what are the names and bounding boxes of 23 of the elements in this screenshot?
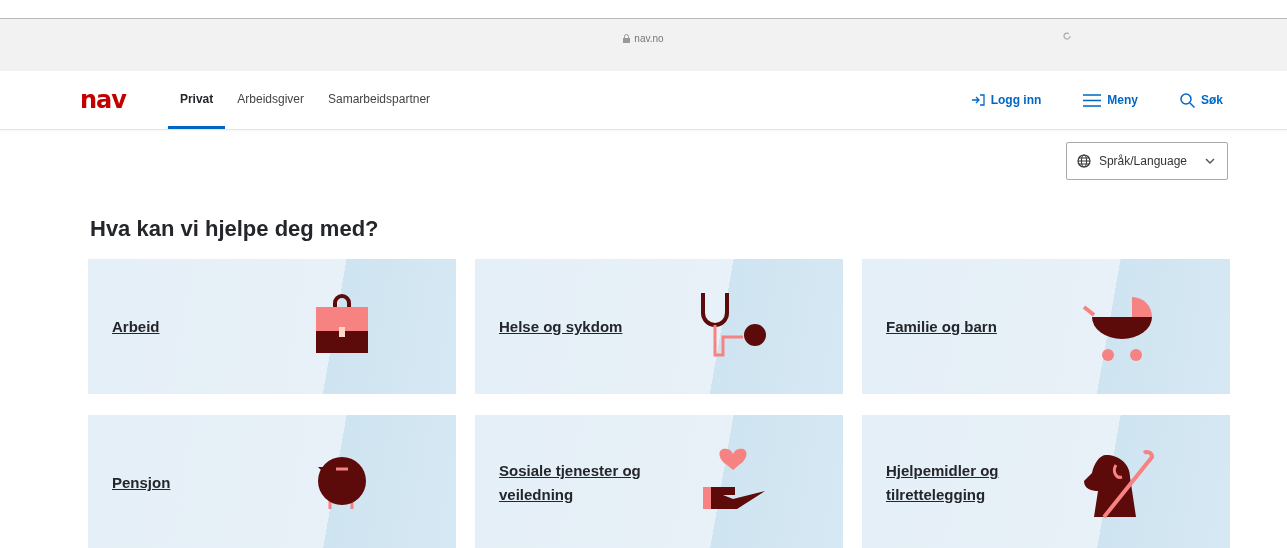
lock-icon [623,33,631,43]
chevron-down-icon [1205,158,1215,164]
topic-card[interactable]: Pensjon [88,415,456,548]
topic-card[interactable]: Hjelpemidler og tilrettelegging [862,415,1230,548]
nav-tab[interactable]: Samarbeidspartner [316,71,443,129]
nav-tab[interactable]: Arbeidsgiver [225,71,316,129]
reload-icon[interactable] [1062,31,1072,41]
language-dropdown[interactable]: Språk/Language [1065,142,1228,180]
page-heading: Hva kan vi hjelpe deg med? [90,216,380,242]
search-icon [1180,92,1195,108]
topic-card[interactable]: Familie og barn [862,259,1230,394]
menu-icon [1083,93,1102,107]
nav-logo[interactable]: nav [80,86,126,114]
menu-button[interactable]: Meny [1079,89,1142,111]
address-bar-text[interactable]: nav.no [634,32,664,44]
login-icon [970,94,985,106]
topic-card[interactable]: Sosiale tjenester og veiledning [475,415,843,548]
nav-tab[interactable]: Privat [167,71,226,129]
topic-card[interactable]: Helse og sykdom [475,259,843,394]
topic-card[interactable]: Arbeid [88,259,456,394]
globe-icon [1076,154,1091,168]
search-button[interactable]: Søk [1176,88,1227,112]
login-button[interactable]: Logg inn [966,89,1046,111]
